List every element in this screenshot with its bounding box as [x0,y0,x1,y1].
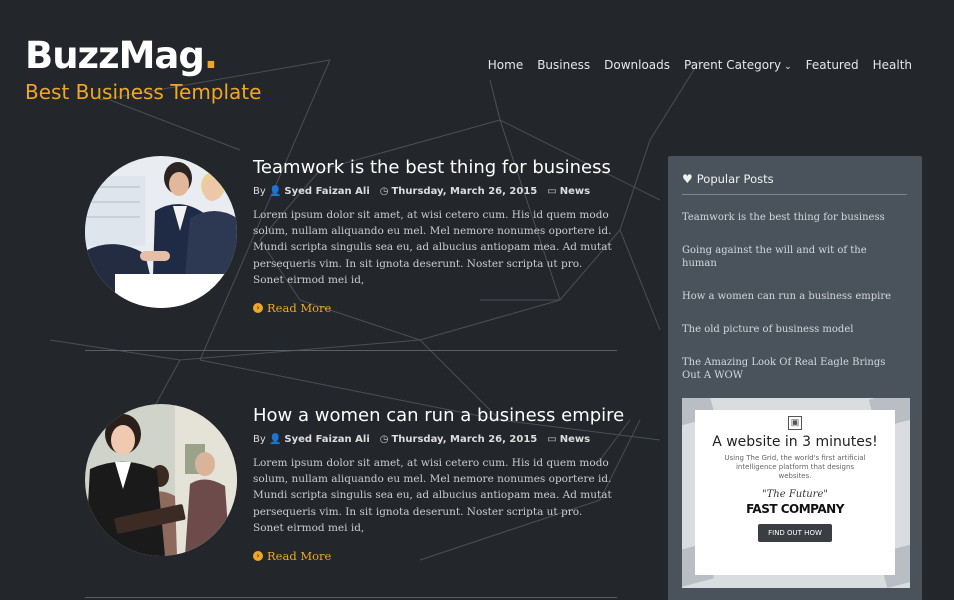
popular-posts-list: Teamwork is the best thing for business … [682,211,904,402]
ad-banner[interactable]: ▣ A website in 3 minutes! Using The Grid… [682,398,910,588]
site-tagline: Best Business Template [25,80,262,104]
folder-icon: ▭ [547,186,557,197]
read-more-label: Read More [267,301,332,316]
nav-item-parent-category[interactable]: Parent Category ⌄ [677,57,799,75]
nav-item-health[interactable]: Health [866,57,919,75]
user-icon: 👤 [268,434,282,445]
post-category-text: News [559,434,591,445]
post-title[interactable]: Teamwork is the best thing for business [253,156,623,180]
businesswoman-photo [85,404,237,556]
read-more-link[interactable]: › Read More [253,549,331,563]
chevron-down-icon: ⌄ [784,62,792,72]
site-logo[interactable]: BuzzMag. [25,34,218,78]
popular-posts-title: Popular Posts [696,172,774,186]
heart-icon: ♥ [682,172,693,186]
post-date: ◷ Thursday, March 26, 2015 [380,434,538,445]
post-thumbnail[interactable] [85,404,237,556]
site-name: BuzzMag [25,34,205,77]
handshake-photo [85,156,237,308]
post-category-text: News [559,186,591,197]
ad-subtext: Using The Grid, the world's first artifi… [724,454,866,480]
post-excerpt: Lorem ipsum dolor sit amet, at wisi cete… [253,457,612,534]
nav-item-business[interactable]: Business [530,57,597,75]
sidebar: ♥ Popular Posts Teamwork is the best thi… [668,156,922,600]
arrow-circle-right-icon: › [253,303,263,314]
post-author-prefix: By [253,434,266,445]
popular-post-link[interactable]: The Amazing Look Of Real Eagle Brings Ou… [682,356,904,382]
main-nav: Home Business Downloads Parent Category ⌄… [481,57,919,75]
post-date-text: Thursday, March 26, 2015 [391,186,538,197]
post-author[interactable]: By 👤 Syed Faizan Ali [253,434,370,445]
post-divider [85,597,617,598]
ad-quote: "The Future" [762,489,828,500]
clock-icon: ◷ [379,186,389,197]
grid-logo-icon: ▣ [788,416,802,430]
popular-posts-heading: ♥ Popular Posts [682,172,907,195]
nav-item-downloads[interactable]: Downloads [597,57,677,75]
ad-headline: A website in 3 minutes! [712,434,878,450]
nav-item-featured[interactable]: Featured [799,57,866,75]
post-card: Teamwork is the best thing for business … [85,156,617,316]
popular-post-link[interactable]: The old picture of business model [682,323,904,336]
post-date: ◷ Thursday, March 26, 2015 [380,186,538,197]
read-more-label: Read More [267,549,332,564]
folder-icon: ▭ [547,434,557,445]
site-logo-dot: . [203,34,218,77]
post-date-text: Thursday, March 26, 2015 [391,434,538,445]
post-author-name: Syed Faizan Ali [284,434,370,445]
ad-cta-button[interactable]: FIND OUT HOW [758,524,832,542]
clock-icon: ◷ [379,434,389,445]
nav-item-parent-category-label: Parent Category [684,58,782,72]
post-thumbnail[interactable] [85,156,237,308]
read-more-link[interactable]: › Read More [253,301,331,315]
post-excerpt: Lorem ipsum dolor sit amet, at wisi cete… [253,209,612,286]
post-category[interactable]: ▭ News [547,186,590,197]
post-meta: By 👤 Syed Faizan Ali ◷ Thursday, March 26,… [253,186,623,197]
post-author-prefix: By [253,186,266,197]
post-divider [85,350,617,351]
popular-post-link[interactable]: Teamwork is the best thing for business [682,211,904,224]
user-icon: 👤 [268,186,282,197]
ad-card: ▣ A website in 3 minutes! Using The Grid… [695,410,895,575]
popular-post-link[interactable]: How a women can run a business empire [682,290,904,303]
post-card: How a women can run a business empire By… [85,404,624,564]
post-author[interactable]: By 👤 Syed Faizan Ali [253,186,370,197]
nav-item-home[interactable]: Home [481,57,530,75]
ad-brand: FAST COMPANY [746,502,844,516]
post-author-name: Syed Faizan Ali [284,186,370,197]
post-title[interactable]: How a women can run a business empire [253,404,624,428]
post-meta: By 👤 Syed Faizan Ali ◷ Thursday, March 26,… [253,434,623,445]
popular-post-link[interactable]: Going against the will and wit of the hu… [682,244,904,270]
post-category[interactable]: ▭ News [547,434,590,445]
post-body: How a women can run a business empire By… [253,404,624,563]
post-body: Teamwork is the best thing for business … [253,156,623,315]
arrow-circle-right-icon: › [253,551,263,562]
